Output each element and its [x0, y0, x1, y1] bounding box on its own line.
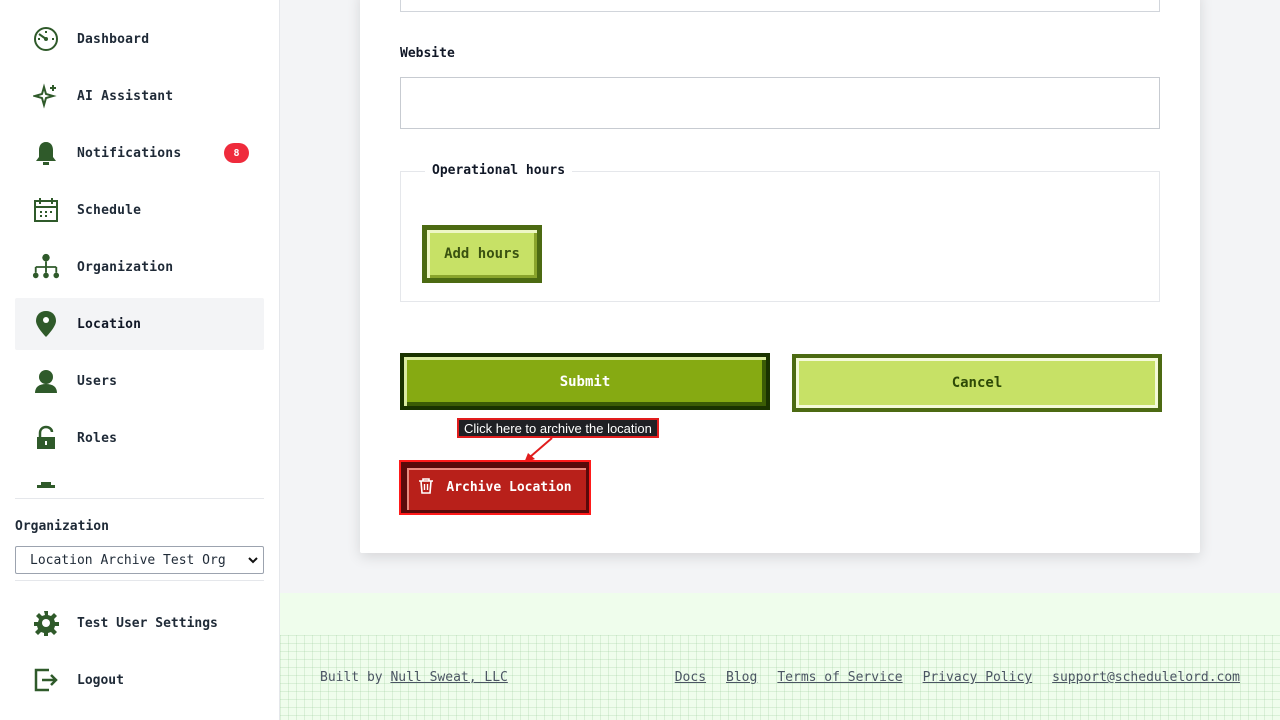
previous-input-field[interactable] [400, 0, 1160, 12]
footer-company-link[interactable]: Null Sweat, LLC [390, 670, 507, 685]
archive-tooltip: Click here to archive the location [457, 418, 659, 438]
archive-location-label: Archive Location [446, 480, 572, 495]
website-label: Website [400, 46, 455, 61]
operational-hours-legend: Operational hours [425, 163, 573, 178]
footer: Built by Null Sweat, LLC Docs Blog Terms… [280, 593, 1280, 720]
sidebar: Dashboard AI Assistant Notifications 8 S… [0, 0, 280, 720]
footer-credit: Built by Null Sweat, LLC [320, 670, 508, 685]
cancel-button[interactable]: Cancel [792, 354, 1162, 412]
sidebar-item-more[interactable] [15, 469, 264, 493]
footer-link-docs[interactable]: Docs [675, 670, 706, 685]
sidebar-item-location[interactable]: Location [15, 298, 264, 350]
organization-label: Organization [15, 519, 109, 534]
user-icon [32, 367, 60, 395]
location-pin-icon [32, 310, 60, 338]
sidebar-item-notifications[interactable]: Notifications 8 [15, 127, 264, 179]
sparkle-icon [32, 82, 60, 110]
website-input[interactable] [400, 77, 1160, 129]
sidebar-item-label: Users [77, 373, 118, 389]
sidebar-item-label: AI Assistant [77, 88, 174, 104]
trash-icon [418, 477, 434, 498]
sidebar-item-roles[interactable]: Roles [15, 412, 264, 464]
sidebar-item-label: Notifications [77, 145, 182, 161]
sidebar-item-ai-assistant[interactable]: AI Assistant [15, 70, 264, 122]
location-form-card: Website Operational hours Add hours Subm… [360, 0, 1200, 553]
add-hours-button[interactable]: Add hours [422, 225, 542, 283]
sidebar-item-label: Dashboard [77, 31, 150, 47]
bell-icon [32, 139, 60, 167]
organization-select[interactable]: Location Archive Test Org [15, 546, 264, 574]
footer-top-band [280, 593, 1280, 635]
more-icon [32, 481, 60, 493]
sidebar-divider [15, 498, 264, 499]
sidebar-nav: Dashboard AI Assistant Notifications 8 S… [15, 13, 264, 493]
gear-icon [32, 609, 60, 637]
archive-location-button[interactable]: Archive Location [399, 460, 591, 515]
sidebar-item-users[interactable]: Users [15, 355, 264, 407]
notification-count-badge: 8 [224, 143, 249, 163]
user-settings-link[interactable]: Test User Settings [15, 597, 264, 649]
sidebar-item-label: Roles [77, 430, 118, 446]
sidebar-item-organization[interactable]: Organization [15, 241, 264, 293]
user-settings-label: Test User Settings [77, 615, 218, 631]
logout-link[interactable]: Logout [15, 654, 264, 706]
org-chart-icon [32, 253, 60, 281]
dashboard-icon [32, 25, 60, 53]
sidebar-item-label: Organization [77, 259, 174, 275]
footer-link-blog[interactable]: Blog [726, 670, 757, 685]
logout-icon [32, 666, 60, 694]
organization-select-value: Location Archive Test Org [30, 552, 226, 568]
chevron-down-icon [247, 554, 259, 570]
sidebar-item-dashboard[interactable]: Dashboard [15, 13, 264, 65]
sidebar-item-label: Location [77, 316, 142, 332]
calendar-icon [32, 196, 60, 224]
sidebar-item-schedule[interactable]: Schedule [15, 184, 264, 236]
sidebar-divider [15, 580, 264, 581]
submit-button[interactable]: Submit [400, 353, 770, 410]
operational-hours-fieldset: Operational hours Add hours [400, 163, 1160, 302]
footer-credit-prefix: Built by [320, 670, 383, 685]
footer-links: Docs Blog Terms of Service Privacy Polic… [675, 670, 1240, 685]
footer-link-privacy[interactable]: Privacy Policy [923, 670, 1033, 685]
sidebar-item-label: Schedule [77, 202, 142, 218]
footer-link-terms[interactable]: Terms of Service [777, 670, 902, 685]
logout-label: Logout [77, 672, 124, 688]
footer-link-support-email[interactable]: support@schedulelord.com [1052, 670, 1240, 685]
lock-icon [32, 424, 60, 452]
